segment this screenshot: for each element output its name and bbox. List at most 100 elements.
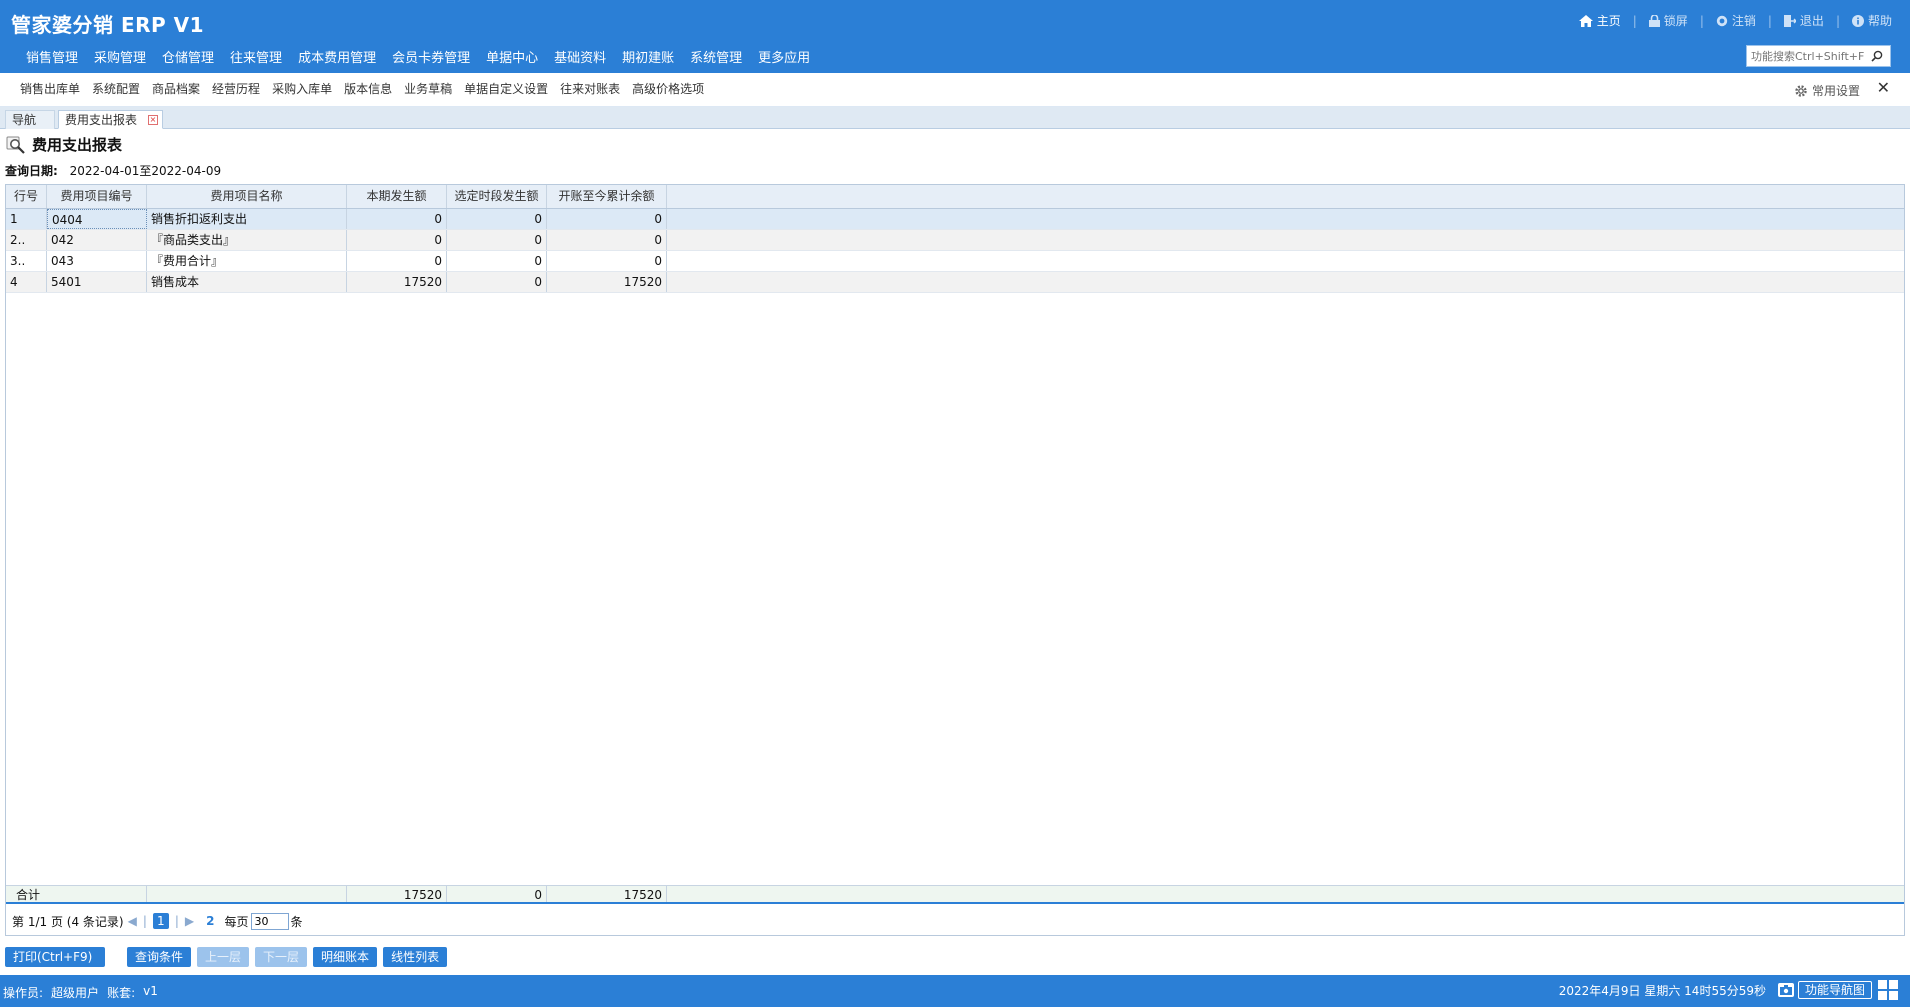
item-name[interactable]: 销售成本 [147, 272, 347, 292]
home-link[interactable]: 主页 [1573, 12, 1627, 29]
nav-warehouse[interactable]: 仓储管理 [154, 47, 222, 66]
nav-accounts[interactable]: 往来管理 [222, 47, 290, 66]
quick-item-reconcile[interactable]: 往来对账表 [554, 80, 626, 97]
tab-strip: 导航 费用支出报表 × [0, 107, 1910, 129]
linear-list-button[interactable]: 线性列表 [383, 947, 448, 967]
operator-label: 操作员: [3, 986, 44, 1000]
table-row[interactable]: 2.. 042 『商品类支出』 0 0 0 [6, 230, 1904, 251]
nav-member-card[interactable]: 会员卡券管理 [384, 47, 478, 66]
item-code[interactable]: 0404 [47, 209, 147, 229]
per-page-input[interactable] [250, 912, 289, 930]
report-header: 费用支出报表 [6, 134, 122, 155]
print-button[interactable]: 打印(Ctrl+F9) [5, 947, 105, 967]
table-row[interactable]: 4 5401 销售成本 17520 0 17520 [6, 272, 1904, 293]
tab-navigation[interactable]: 导航 [5, 110, 55, 129]
tab-expense-report[interactable]: 费用支出报表 × [58, 110, 163, 129]
nav-documents[interactable]: 单据中心 [478, 47, 546, 66]
quick-item-doc-custom[interactable]: 单据自定义设置 [458, 80, 554, 97]
cumulative-balance[interactable]: 0 [547, 230, 667, 250]
operator-name: 超级用户 [51, 986, 100, 1000]
col-header-row-no[interactable]: 行号 [6, 185, 47, 208]
item-name[interactable]: 『商品类支出』 [147, 230, 347, 250]
item-code[interactable]: 043 [47, 251, 147, 271]
cumulative-balance[interactable]: 0 [547, 209, 667, 229]
magnifier-icon [6, 136, 25, 154]
quick-item-system-config[interactable]: 系统配置 [86, 80, 146, 97]
quick-item-history[interactable]: 经营历程 [206, 80, 266, 97]
cumulative-balance[interactable]: 17520 [547, 272, 667, 292]
current-amount[interactable]: 17520 [347, 272, 447, 292]
nav-opening[interactable]: 期初建账 [614, 47, 682, 66]
top-header: 管家婆分销 ERP V1 主页 | 锁屏 | 注销 | 退出 | 帮助 销售管理… [0, 0, 1910, 73]
query-date: 查询日期: 2022-04-01至2022-04-09 [5, 162, 221, 179]
search-icon[interactable] [1867, 46, 1887, 66]
table-row[interactable]: 1 0404 销售折扣返利支出 0 0 0 [6, 209, 1904, 230]
item-name[interactable]: 『费用合计』 [147, 251, 347, 271]
item-code[interactable]: 042 [47, 230, 147, 250]
nav-more-apps[interactable]: 更多应用 [750, 47, 818, 66]
prev-page-icon[interactable]: ◀ [128, 914, 137, 928]
cumulative-balance[interactable]: 0 [547, 251, 667, 271]
nav-system[interactable]: 系统管理 [682, 47, 750, 66]
detail-ledger-button[interactable]: 明细账本 [313, 947, 378, 967]
level-up-button[interactable]: 上一层 [197, 947, 250, 967]
current-page-button[interactable]: 1 [152, 913, 169, 929]
logout-user-link[interactable]: 注销 [1710, 12, 1762, 29]
common-settings-button[interactable]: 常用设置 [1794, 82, 1860, 99]
nav-sales[interactable]: 销售管理 [18, 47, 86, 66]
col-header-period-amount[interactable]: 选定时段发生额 [447, 185, 547, 208]
status-bar: 操作员: 超级用户 账套: v1 2022年4月9日 星期六 14时55分59秒… [0, 975, 1910, 1007]
quick-access-bar: 销售出库单 系统配置 商品档案 经营历程 采购入库单 版本信息 业务草稿 单据自… [0, 73, 1910, 107]
function-nav-map-button[interactable]: 功能导航图 [1797, 981, 1872, 999]
function-search-input[interactable] [1747, 46, 1867, 66]
row-number: 4 [6, 272, 47, 292]
quick-item-products[interactable]: 商品档案 [146, 80, 206, 97]
top-links: 主页 | 锁屏 | 注销 | 退出 | 帮助 [1573, 12, 1898, 29]
current-amount[interactable]: 0 [347, 251, 447, 271]
period-amount[interactable]: 0 [447, 272, 547, 292]
col-header-item-code[interactable]: 费用项目编号 [47, 185, 147, 208]
quick-item-version[interactable]: 版本信息 [338, 80, 398, 97]
current-amount[interactable]: 0 [347, 230, 447, 250]
camera-icon[interactable] [1777, 983, 1794, 997]
row-number: 3.. [6, 251, 47, 271]
next-page-icon[interactable]: ▶ [185, 914, 194, 928]
quick-item-purchase-in[interactable]: 采购入库单 [266, 80, 338, 97]
quick-items: 销售出库单 系统配置 商品档案 经营历程 采购入库单 版本信息 业务草稿 单据自… [14, 80, 710, 97]
status-datetime: 2022年4月9日 星期六 14时55分59秒 [1558, 983, 1766, 998]
lock-screen-link[interactable]: 锁屏 [1643, 12, 1694, 29]
current-amount[interactable]: 0 [347, 209, 447, 229]
col-header-current-amount[interactable]: 本期发生额 [347, 185, 447, 208]
account-name: v1 [143, 984, 158, 998]
nav-cost[interactable]: 成本费用管理 [290, 47, 384, 66]
divider: | [1767, 13, 1772, 28]
nav-purchase[interactable]: 采购管理 [86, 47, 154, 66]
home-link-label: 主页 [1596, 14, 1621, 28]
col-header-cumulative-balance[interactable]: 开账至今累计余额 [547, 185, 667, 208]
table-row[interactable]: 3.. 043 『费用合计』 0 0 0 [6, 251, 1904, 272]
refresh-button[interactable]: 2 [206, 914, 214, 928]
period-amount[interactable]: 0 [447, 230, 547, 250]
main-nav: 销售管理 采购管理 仓储管理 往来管理 成本费用管理 会员卡券管理 单据中心 基… [18, 47, 818, 66]
item-name[interactable]: 销售折扣返利支出 [147, 209, 347, 229]
total-current-amount: 17520 [347, 886, 447, 902]
level-down-button[interactable]: 下一层 [255, 947, 308, 967]
nav-basic-data[interactable]: 基础资料 [546, 47, 614, 66]
close-icon[interactable]: ✕ [1877, 78, 1890, 97]
period-amount[interactable]: 0 [447, 251, 547, 271]
quick-item-price-options[interactable]: 高级价格选项 [626, 80, 710, 97]
exit-link[interactable]: 退出 [1778, 12, 1830, 29]
exit-label: 退出 [1799, 14, 1824, 28]
tab-close-icon[interactable]: × [148, 115, 158, 125]
quick-item-drafts[interactable]: 业务草稿 [398, 80, 458, 97]
col-header-item-name[interactable]: 费用项目名称 [147, 185, 347, 208]
app-grid-icon[interactable] [1878, 980, 1898, 1000]
quick-item-sales-out[interactable]: 销售出库单 [14, 80, 86, 97]
pager: 第 1/1 页 (4 条记录) ◀ | 1 | ▶ 2 每页 条 [6, 906, 1904, 936]
divider: | [1632, 13, 1637, 28]
item-code[interactable]: 5401 [47, 272, 147, 292]
help-link[interactable]: 帮助 [1846, 12, 1898, 29]
query-conditions-button[interactable]: 查询条件 [127, 947, 192, 967]
period-amount[interactable]: 0 [447, 209, 547, 229]
help-label: 帮助 [1867, 14, 1892, 28]
